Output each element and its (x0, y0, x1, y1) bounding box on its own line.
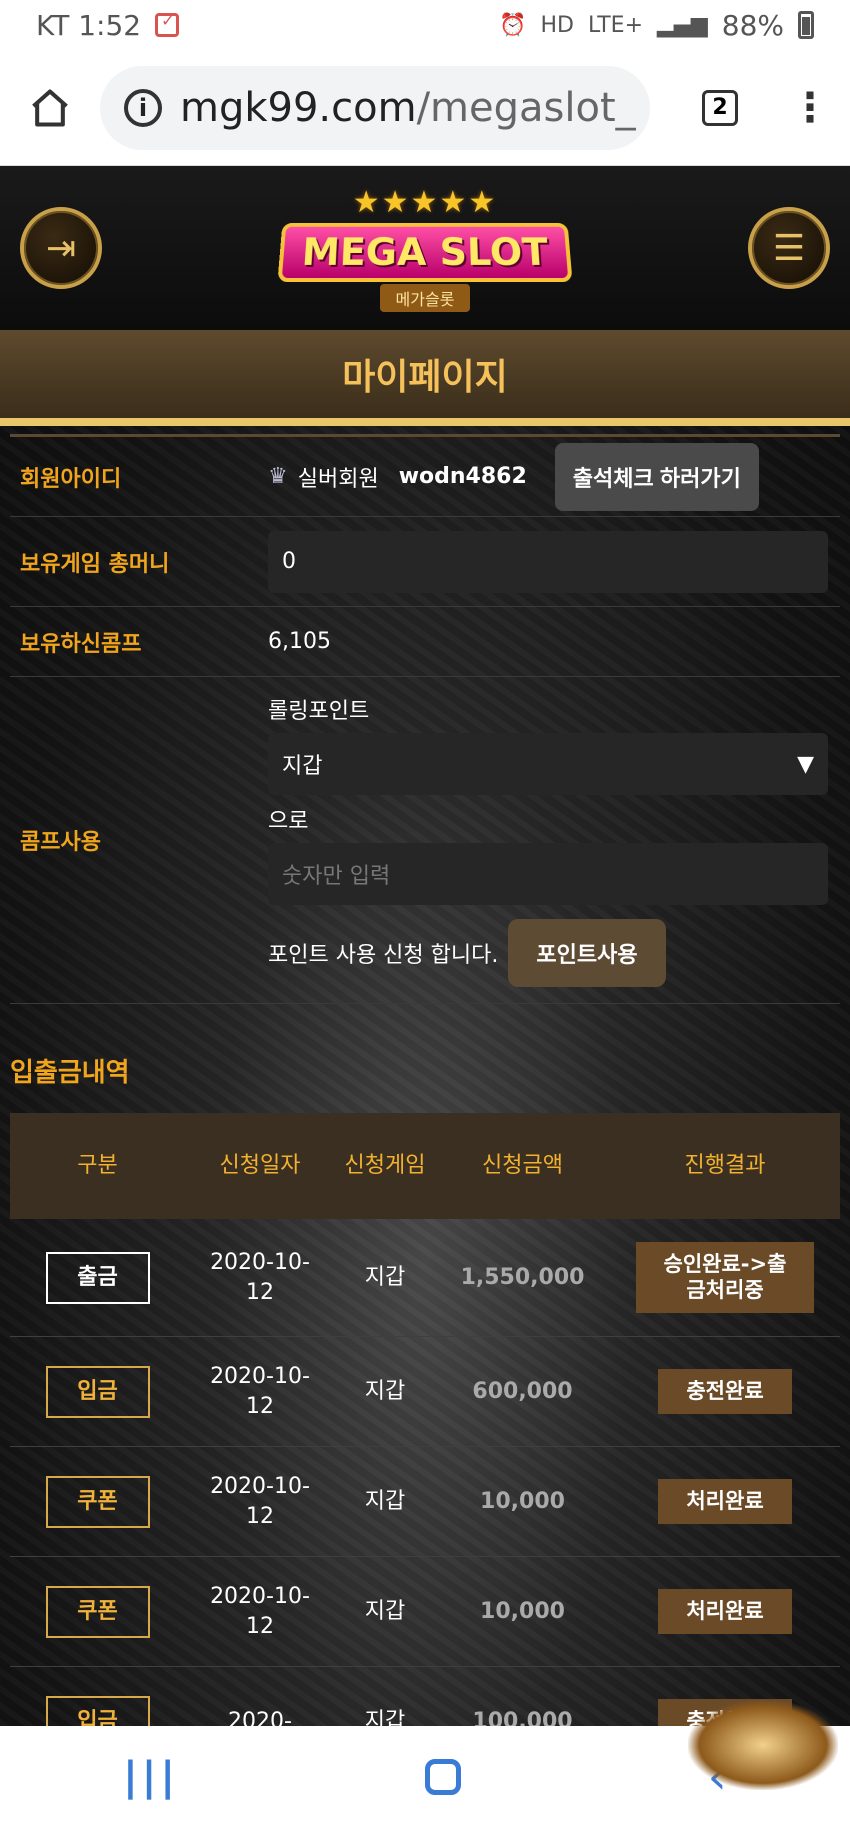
row-amount: 100,000 (472, 1708, 573, 1726)
recent-apps-icon[interactable]: ||| (123, 1754, 179, 1800)
network-label: LTE+ (588, 12, 643, 38)
row-game: 지갑 (364, 1488, 406, 1514)
status-badge: 충전완료 (658, 1368, 792, 1415)
row-date: 2020- (228, 1708, 292, 1726)
table-row[interactable]: 입금 2020-10-12 지갑 600,000 충전완료 (10, 1337, 840, 1447)
logo-stars: ★★★★★ (352, 184, 498, 220)
type-badge: 쿠폰 (45, 1585, 150, 1638)
row-date: 2020-10-12 (210, 1583, 310, 1639)
game-money-cell: 0 (268, 530, 840, 593)
header-date: 신청일자 (219, 1153, 301, 1179)
header-game: 신청게임 (344, 1153, 426, 1179)
use-point-button[interactable]: 포인트사용 (508, 919, 666, 987)
battery-icon (798, 11, 814, 39)
row-date: 2020-10-12 (210, 1249, 310, 1305)
tab-switcher-button[interactable]: 2 (670, 89, 770, 126)
row-amount: 10,000 (480, 1598, 565, 1624)
row-amount: 600,000 (472, 1378, 573, 1404)
page-title-bar: 마이페이지 (0, 330, 850, 426)
account-info: 회원아이디 ♛ 실버회원 wodn4862 출석체크 하러가기 보유게임 총머니… (10, 434, 840, 1004)
row-date: 2020-10-12 (210, 1473, 310, 1529)
header-type: 구분 (77, 1153, 118, 1179)
status-badge: 처리완료 (658, 1588, 792, 1635)
history-table: 구분 신청일자 신청게임 신청금액 진행결과 출금 2020-10-12 지갑 … (10, 1113, 840, 1726)
floating-game-banner[interactable] (688, 1700, 838, 1790)
wallet-select-value: 지갑 (282, 754, 323, 779)
game-money-field: 0 (268, 530, 828, 593)
browser-toolbar: i mgk99.com /megaslot_ 2 ⋮ (0, 50, 850, 166)
table-row[interactable]: 쿠폰 2020-10-12 지갑 10,000 처리완료 (10, 1447, 840, 1557)
member-id-value: ♛ 실버회원 wodn4862 출석체크 하러가기 (268, 442, 840, 511)
comp-balance-label: 보유하신콤프 (20, 631, 142, 657)
table-row[interactable]: 쿠폰 2020-10-12 지갑 10,000 처리완료 (10, 1557, 840, 1667)
dropdown-arrow-icon: ▼ (797, 751, 814, 777)
comp-balance-value: 6,105 (268, 629, 331, 654)
point-request-line: 포인트 사용 신청 합니다. 포인트사용 (268, 919, 666, 987)
status-bar: KT 1:52 ⏰ HD LTE+ ▂▄▆ 88% (0, 0, 850, 50)
point-amount-input[interactable]: 숫자만 입력 (268, 843, 828, 905)
comp-use-label: 콤프사용 (20, 830, 101, 855)
hamburger-icon: ☰ (772, 227, 806, 269)
type-badge: 입금 (45, 1695, 150, 1726)
user-id: wodn4862 (398, 464, 527, 489)
attendance-check-button[interactable]: 출석체크 하러가기 (554, 442, 759, 511)
status-right: ⏰ HD LTE+ ▂▄▆ 88% (499, 9, 814, 42)
type-badge: 출금 (45, 1251, 150, 1304)
game-money-row: 보유게임 총머니 0 (10, 517, 840, 607)
url-host: mgk99.com (180, 84, 417, 131)
calendar-icon (155, 11, 180, 37)
page-title: 마이페이지 (342, 357, 508, 398)
hamburger-menu-button[interactable]: ☰ (748, 207, 830, 289)
site-header: ⇥ ★★★★★ MEGA SLOT 메가슬롯 ☰ (0, 166, 850, 330)
battery-percent: 88% (721, 8, 784, 42)
row-amount: 10,000 (480, 1488, 565, 1514)
row-date: 2020-10-12 (210, 1363, 310, 1419)
home-button-icon[interactable] (425, 1758, 462, 1795)
address-bar[interactable]: i mgk99.com /megaslot_ (100, 65, 650, 150)
row-game: 지갑 (364, 1708, 406, 1726)
logo-text: MEGA SLOT (277, 222, 573, 282)
comp-use-form: 롤링포인트 지갑 ▼ 으로 숫자만 입력 포인트 사용 신청 합니다. 포인트사… (268, 693, 840, 987)
point-request-text: 포인트 사용 신청 합니다. (268, 943, 499, 968)
game-money-label: 보유게임 총머니 (20, 551, 170, 577)
login-button[interactable]: ⇥ (20, 207, 102, 289)
hd-voice-icon: HD (540, 12, 574, 38)
login-arrow-icon: ⇥ (45, 227, 77, 269)
carrier-time: KT 1:52 (36, 8, 142, 42)
table-row[interactable]: 출금 2020-10-12 지갑 1,550,000 승인완료->출금처리중 (10, 1219, 840, 1337)
member-id-label: 회원아이디 (20, 466, 122, 492)
browser-menu-icon[interactable]: ⋮ (770, 85, 850, 131)
logo-subtext: 메가슬롯 (379, 283, 471, 312)
alarm-icon: ⏰ (499, 12, 527, 38)
page-content: ⇥ ★★★★★ MEGA SLOT 메가슬롯 ☰ 마이페이지 회원아이디 ♛ 실… (0, 166, 850, 1726)
type-badge: 입금 (45, 1365, 150, 1418)
header-status: 진행결과 (684, 1153, 766, 1179)
crown-icon: ♛ (268, 464, 288, 489)
comp-use-row: 콤프사용 롤링포인트 지갑 ▼ 으로 숫자만 입력 포인트 사용 신청 합니다.… (10, 677, 840, 1004)
tab-count: 2 (702, 89, 738, 126)
signal-icon: ▂▄▆ (657, 12, 708, 38)
browser-home-button[interactable] (0, 50, 100, 165)
rolling-point-label: 롤링포인트 (268, 699, 370, 724)
row-game: 지갑 (364, 1598, 406, 1624)
site-logo[interactable]: ★★★★★ MEGA SLOT 메가슬롯 (275, 173, 575, 323)
header-amount: 신청금액 (482, 1153, 563, 1179)
row-amount: 1,550,000 (460, 1264, 585, 1290)
status-badge: 승인완료->출금처리중 (636, 1242, 814, 1313)
row-game: 지갑 (364, 1264, 406, 1290)
member-grade: 실버회원 (297, 466, 379, 492)
wallet-select[interactable]: 지갑 ▼ (268, 733, 828, 795)
to-label: 으로 (268, 809, 309, 834)
history-title: 입출금내역 (10, 1058, 130, 1088)
row-game: 지갑 (364, 1378, 406, 1404)
home-icon (32, 88, 68, 127)
type-badge: 쿠폰 (45, 1475, 150, 1528)
comp-balance-row: 보유하신콤프 6,105 (10, 607, 840, 677)
member-id-row: 회원아이디 ♛ 실버회원 wodn4862 출석체크 하러가기 (10, 437, 840, 517)
site-info-icon[interactable]: i (124, 88, 162, 127)
status-left: KT 1:52 (36, 8, 180, 42)
url-path: /megaslot_ (416, 84, 636, 131)
table-header: 구분 신청일자 신청게임 신청금액 진행결과 (10, 1113, 840, 1219)
status-badge: 처리완료 (658, 1478, 792, 1525)
